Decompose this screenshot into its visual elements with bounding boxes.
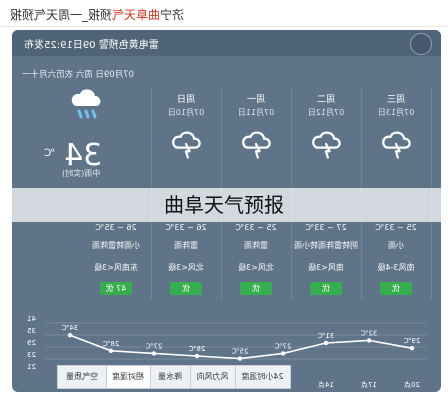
temp-range: 27 ~ 33℃ xyxy=(305,223,347,232)
day-date: 07月11日 xyxy=(237,108,275,117)
day-label: 周二 xyxy=(317,95,336,105)
warning-text[interactable]: 雷电黄色预警 09日19:25发布 xyxy=(24,36,159,51)
time-label: 14点 xyxy=(318,381,334,389)
breadcrumb: 济宁曲阜天气预报_一周天气预报 xyxy=(0,0,448,27)
temp-point xyxy=(67,333,73,338)
axis-tick-label: 29 xyxy=(27,339,36,347)
temp-label: 28℃ xyxy=(102,340,119,348)
temp-point xyxy=(151,351,157,356)
temp-label: 32℃ xyxy=(360,329,377,337)
tab-rain[interactable]: 降水量 xyxy=(149,365,191,389)
temp-label: 34℃ xyxy=(61,324,78,332)
condition: 雷阵雨 xyxy=(174,241,198,250)
time-label: 20点 xyxy=(404,381,420,389)
temp-unit: ℃ xyxy=(44,148,56,159)
aqi-badge: 47 优 xyxy=(100,282,132,295)
wind: 北风<3级 xyxy=(168,263,204,272)
aqi-badge: 优 xyxy=(380,282,412,295)
condition: 小雨 xyxy=(388,241,404,250)
temp-point xyxy=(237,356,243,361)
tab-air-quality[interactable]: 空气质量 xyxy=(57,365,107,389)
overlay-title: 曲阜天气预报 xyxy=(164,193,284,217)
axis-tick-label: 21 xyxy=(27,363,36,371)
thunderstorm-icon xyxy=(168,126,204,162)
day-label: 周一 xyxy=(247,95,266,105)
tab-humidity[interactable]: 相对湿度 xyxy=(105,365,151,389)
axis-tick-label: 23 xyxy=(27,351,36,359)
axis-tick-label: 35 xyxy=(27,327,36,335)
temp-range: 25 ~ 33℃ xyxy=(375,223,417,232)
thunderstorm-icon xyxy=(238,126,274,162)
condition: 雷阵雨 xyxy=(244,241,268,250)
condition: 小雨转雷阵雨 xyxy=(92,241,140,250)
aqi-badge: 优 xyxy=(240,282,272,295)
breadcrumb-text[interactable]: 济宁曲阜天气预报_一周天气预报 xyxy=(10,6,184,23)
day-date: 07月12日 xyxy=(307,108,345,117)
day-label: 周三 xyxy=(387,95,406,105)
axis-tick-label: 41 xyxy=(27,315,36,323)
temp-label: 27℃ xyxy=(274,342,291,350)
radar-icon[interactable] xyxy=(410,33,432,55)
temp-range: 26 ~ 33℃ xyxy=(165,223,207,232)
temp-point xyxy=(194,353,200,359)
warning-bar: 雷电黄色预警 09日19:25发布 xyxy=(12,30,441,56)
temp-range: 25 ~ 33℃ xyxy=(235,223,277,232)
day-label: 周日 xyxy=(177,95,196,105)
thunderstorm-icon xyxy=(378,126,414,162)
wind: 东南风<3级 xyxy=(94,263,138,272)
temp-label: 26℃ xyxy=(188,345,205,353)
temp-label: 31℃ xyxy=(317,332,334,340)
wind: 南风<3级 xyxy=(308,263,344,272)
thunderstorm-icon xyxy=(308,126,344,162)
condition: 阴转雷阵雨转小雨 xyxy=(294,241,358,250)
tab-wind[interactable]: 风力风向 xyxy=(189,365,236,389)
aqi-badge: 优 xyxy=(170,282,202,295)
wind: 北风<3级 xyxy=(238,263,274,272)
wind: 南风3-4级 xyxy=(377,263,415,272)
temp-range: 26 ~ 35℃ xyxy=(95,223,137,232)
temp-point xyxy=(409,346,415,351)
day-date: 07月13日 xyxy=(377,108,415,117)
temp-label: 27℃ xyxy=(145,342,162,350)
today-date-line: 07月09日 周六 农历六月十一 xyxy=(22,70,135,80)
aqi-badge: 优 xyxy=(310,282,342,295)
day-date: 07月10日 xyxy=(167,108,205,117)
temp-point xyxy=(366,338,372,343)
temp-label: 25℃ xyxy=(231,348,248,356)
temp-label: 29℃ xyxy=(403,337,420,345)
tab-24h-temp[interactable]: 24小时温度 xyxy=(234,365,291,389)
time-label: 17点 xyxy=(361,381,377,389)
temp-point xyxy=(323,340,329,346)
temp-axis: 41 35 29 23 21 xyxy=(27,315,36,371)
temp-point xyxy=(280,351,286,356)
temp-point xyxy=(108,348,114,353)
